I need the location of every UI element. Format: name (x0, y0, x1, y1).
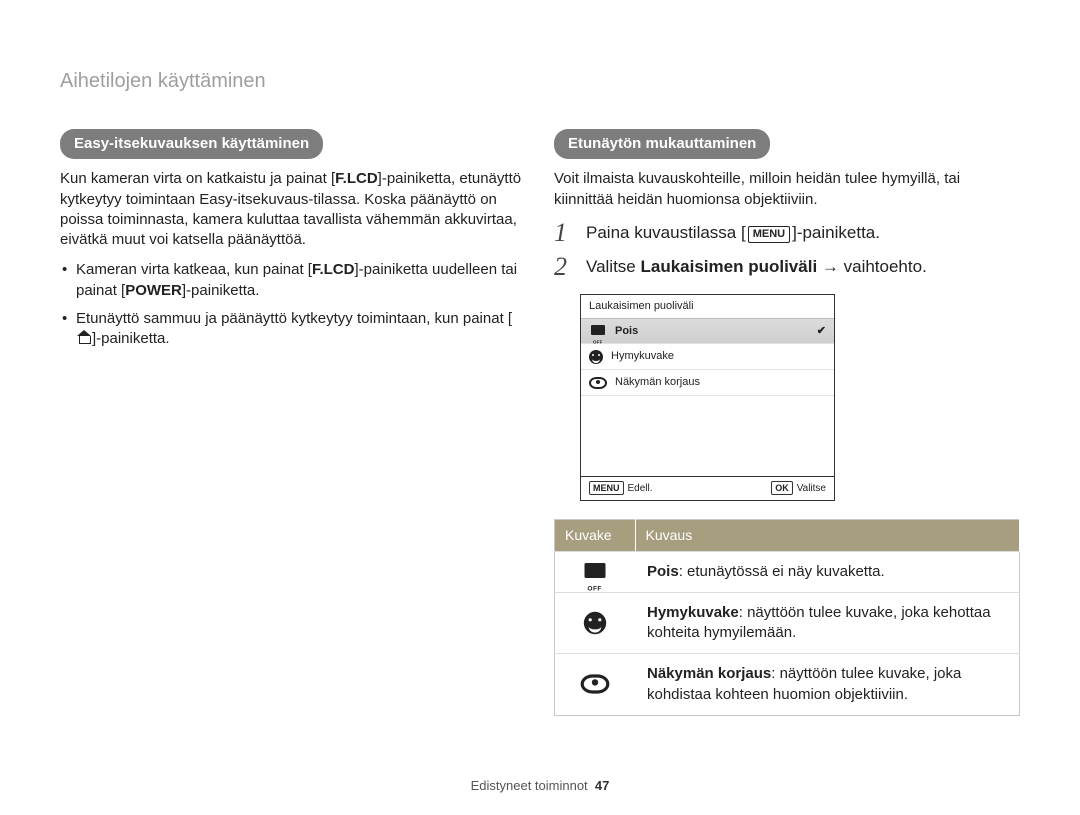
left-intro: Kun kameran virta on katkaistu ja painat… (60, 169, 526, 250)
table-row: Pois: etunäytössä ei näy kuvaketta. (555, 551, 1020, 592)
check-icon: ✔ (817, 324, 826, 339)
menu-chip-icon: MENU (748, 226, 790, 243)
eye-icon (581, 675, 610, 694)
table-row: Näkymän korjaus: näyttöön tulee kuvake, … (555, 654, 1020, 716)
step-1: 1 Paina kuvaustilassa [MENU]-painiketta. (554, 220, 1020, 246)
lcd: Laukaisimen puoliväli Pois ✔ Hymykuvake (580, 294, 835, 501)
step-1-number: 1 (554, 220, 576, 246)
right-intro: Voit ilmaista kuvauskohteille, milloin h… (554, 169, 1020, 210)
left-bullet-1: Kameran virta katkeaa, kun painat [F.LCD… (60, 260, 526, 301)
lcd-header: Laukaisimen puoliväli (581, 295, 834, 319)
icon-description-table: Kuvake Kuvaus Pois: etunäytössä ei näy k… (554, 519, 1020, 716)
off-icon (582, 563, 609, 581)
home-icon (77, 332, 91, 344)
step-2-body: Valitse Laukaisimen puoliväli → vaihtoeh… (586, 254, 927, 279)
lcd-row-hymy: Hymykuvake (581, 344, 834, 370)
lcd-pad (581, 396, 834, 476)
lcd-row-nakyma: Näkymän korjaus (581, 370, 834, 396)
step-2-number: 2 (554, 254, 576, 280)
right-heading-pill: Etunäytön mukauttaminen (554, 129, 770, 159)
left-heading-pill: Easy-itsekuvauksen käyttäminen (60, 129, 323, 159)
smile-icon (584, 612, 606, 634)
menu-chip-icon: MENU (589, 481, 624, 495)
lcd-row-pois: Pois ✔ (581, 319, 834, 345)
eye-icon (589, 377, 607, 389)
page: Aihetilojen käyttäminen Easy-itsekuvauks… (0, 0, 1080, 815)
left-bullets: Kameran virta katkeaa, kun painat [F.LCD… (60, 260, 526, 349)
left-bullet-2: Etunäyttö sammuu ja päänäyttö kytkeytyy … (60, 309, 526, 350)
columns: Easy-itsekuvauksen käyttäminen Kun kamer… (60, 129, 1020, 716)
lcd-screenshot: Laukaisimen puoliväli Pois ✔ Hymykuvake (580, 294, 1020, 501)
page-title: Aihetilojen käyttäminen (60, 68, 1020, 95)
off-icon (589, 325, 607, 337)
right-column: Etunäytön mukauttaminen Voit ilmaista ku… (554, 129, 1020, 716)
ok-chip-icon: OK (771, 481, 793, 495)
col-kuvake: Kuvake (555, 519, 636, 551)
table-row: Hymykuvake: näyttöön tulee kuvake, joka … (555, 592, 1020, 654)
col-kuvaus: Kuvaus (635, 519, 1020, 551)
lcd-body: Pois ✔ Hymykuvake Näkymän korjaus (581, 319, 834, 477)
step-2: 2 Valitse Laukaisimen puoliväli → vaihto… (554, 254, 1020, 280)
page-footer: Edistyneet toiminnot 47 (0, 777, 1080, 795)
smile-icon (589, 350, 603, 364)
step-1-body: Paina kuvaustilassa [MENU]-painiketta. (586, 220, 880, 245)
lcd-footer-right: OKValitse (771, 481, 826, 496)
lcd-footer: MENUEdell. OKValitse (581, 476, 834, 500)
left-column: Easy-itsekuvauksen käyttäminen Kun kamer… (60, 129, 526, 716)
lcd-footer-left: MENUEdell. (589, 481, 653, 496)
